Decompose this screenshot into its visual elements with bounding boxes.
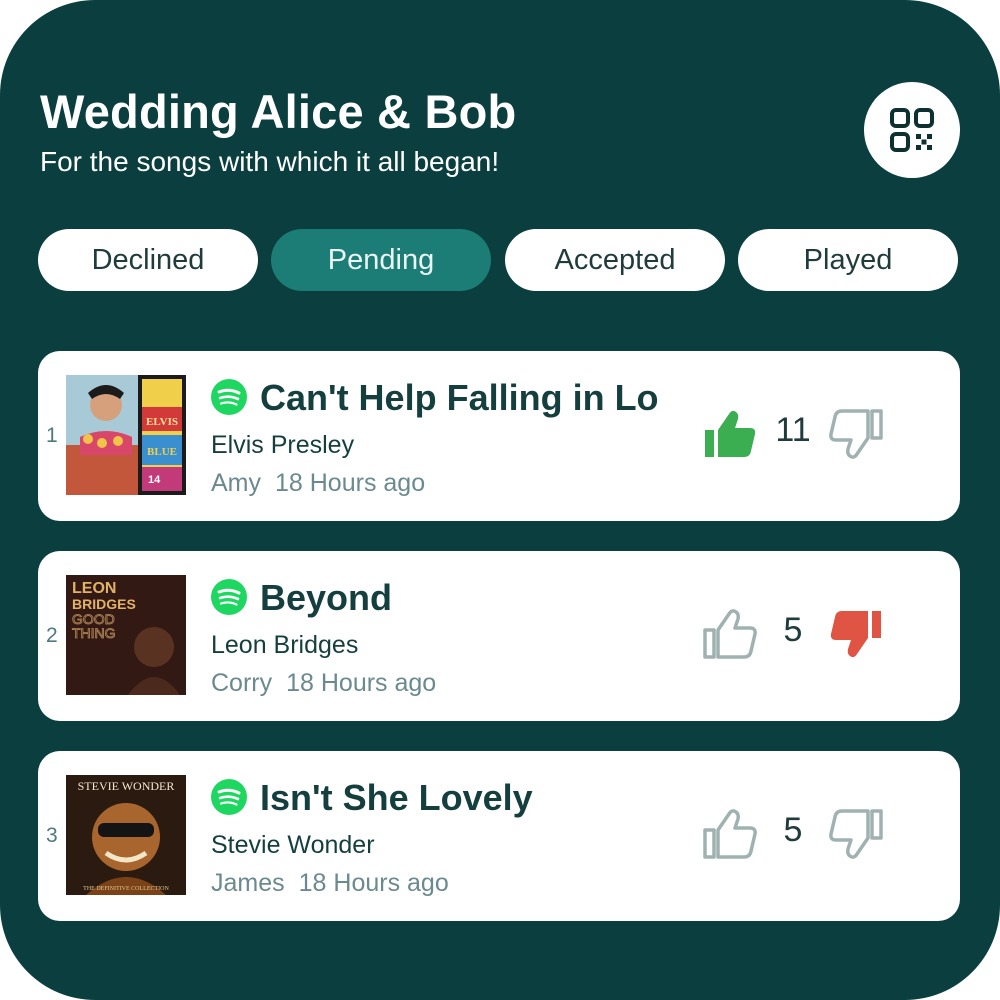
app-window: Wedding Alice & Bob For the songs with w…: [0, 0, 1000, 1000]
request-time: 18 Hours ago: [286, 669, 437, 697]
qr-code-icon: [890, 108, 934, 152]
cover-text: ELVIS: [146, 416, 178, 428]
cover-text: 14: [148, 474, 161, 486]
thumbs-down-icon[interactable]: [826, 605, 884, 663]
cover-text: LEON: [72, 580, 116, 597]
song-card[interactable]: 2 LEON BRIDGES GOOD THING Beyond Leon Br…: [38, 551, 960, 721]
vote-count: 11: [775, 411, 811, 449]
requester-name: Corry: [211, 669, 273, 697]
requester-name: James: [211, 869, 285, 897]
spotify-icon: [211, 379, 247, 415]
song-artist: Leon Bridges: [211, 631, 359, 659]
song-title: Can't Help Falling in Lo: [260, 377, 659, 418]
song-meta: James 18 Hours ago: [211, 869, 449, 898]
cover-text: STEVIE WONDER: [78, 779, 175, 793]
spotify-icon: [211, 579, 247, 615]
album-cover: LEON BRIDGES GOOD THING: [66, 575, 186, 695]
request-time: 18 Hours ago: [275, 469, 426, 497]
tab-declined[interactable]: Declined: [38, 229, 258, 291]
thumbs-up-icon[interactable]: [702, 605, 760, 663]
tab-accepted[interactable]: Accepted: [505, 229, 725, 291]
requester-name: Amy: [211, 469, 261, 497]
spotify-icon: [211, 779, 247, 815]
cover-text: BRIDGES: [72, 596, 136, 612]
song-rank: 3: [46, 824, 58, 847]
album-cover: STEVIE WONDER THE DEFINITIVE COLLECTION: [66, 775, 186, 895]
song-rank: 1: [46, 424, 58, 447]
cover-text: BLUE: [147, 446, 177, 458]
album-cover: ELVIS BLUE 14: [66, 375, 186, 495]
song-meta: Amy 18 Hours ago: [211, 469, 425, 498]
song-title: Isn't She Lovely: [260, 777, 533, 818]
song-title: Beyond: [260, 577, 393, 618]
song-rank: 2: [46, 624, 58, 647]
vote-count: 5: [783, 811, 803, 849]
thumbs-down-icon[interactable]: [826, 405, 884, 463]
thumbs-up-icon[interactable]: [702, 805, 760, 863]
tab-pending[interactable]: Pending: [271, 229, 491, 291]
vote-count: 5: [783, 611, 803, 649]
status-tabs: Declined Pending Accepted Played: [38, 229, 958, 291]
song-meta: Corry 18 Hours ago: [211, 669, 436, 698]
cover-text: THE DEFINITIVE COLLECTION: [83, 886, 169, 892]
song-artist: Stevie Wonder: [211, 831, 375, 859]
song-card[interactable]: 1 ELVIS BLUE 14 Can't Help Falling in Lo…: [38, 351, 960, 521]
song-artist: Elvis Presley: [211, 431, 355, 459]
tab-played[interactable]: Played: [738, 229, 958, 291]
cover-text: THING: [72, 625, 116, 641]
page-subtitle: For the songs with which it all began!: [40, 146, 500, 177]
thumbs-down-icon[interactable]: [826, 805, 884, 863]
thumbs-up-icon[interactable]: [702, 405, 760, 463]
page-title: Wedding Alice & Bob: [40, 85, 517, 138]
request-time: 18 Hours ago: [298, 869, 449, 897]
qr-code-button[interactable]: [864, 82, 960, 178]
song-card[interactable]: 3 STEVIE WONDER THE DEFINITIVE COLLECTIO…: [38, 751, 960, 921]
